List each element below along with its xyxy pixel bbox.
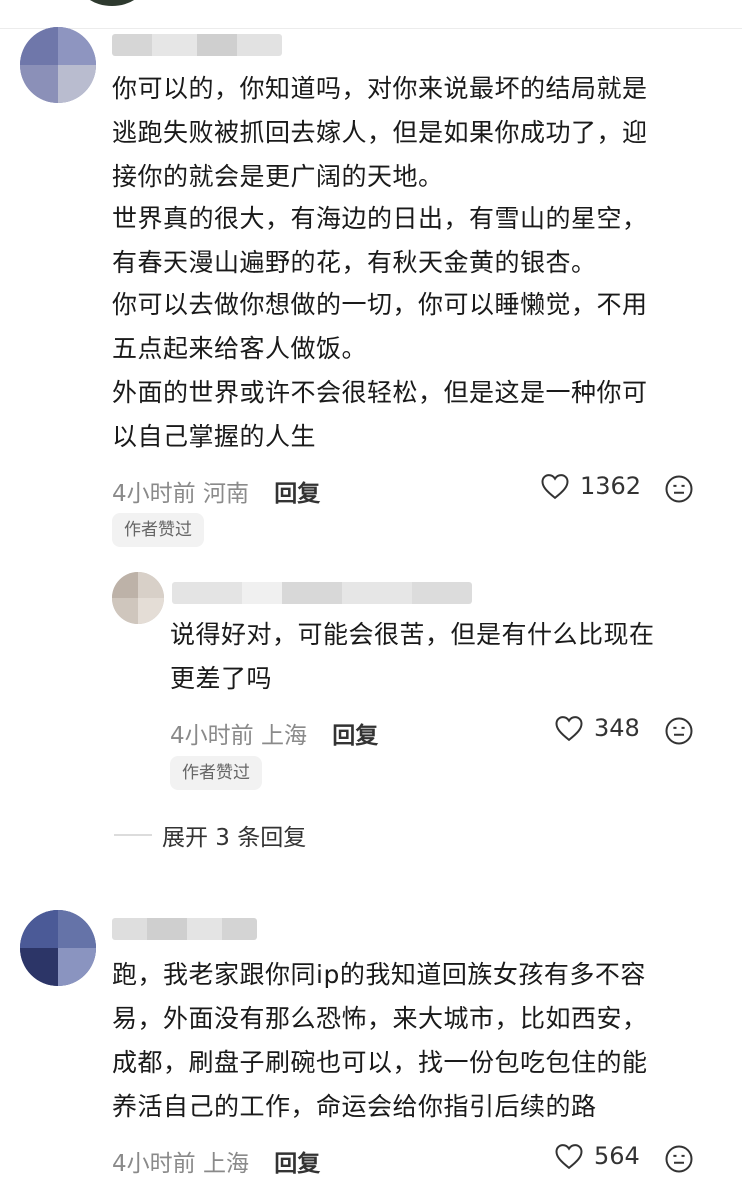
expand-replies-button[interactable]: 展开 3 条回复: [114, 818, 306, 852]
dislike-button[interactable]: [664, 716, 694, 750]
previous-avatar: [78, 0, 146, 6]
reply-button[interactable]: 回复: [332, 723, 378, 749]
comment-text-line: 以自己掌握的人生: [112, 422, 317, 451]
comment-text-line: 养活自己的工作，命运会给你指引后续的路: [112, 1092, 597, 1121]
reply-time: 4小时前: [170, 723, 254, 749]
neutral-face-icon: [665, 1145, 693, 1173]
comment-time: 4小时前: [112, 1151, 196, 1177]
neutral-face-icon: [665, 717, 693, 745]
like-count: 564: [594, 1142, 640, 1170]
comment-time: 4小时前: [112, 481, 196, 507]
heart-outline-icon: [555, 716, 583, 742]
reply-location: 上海: [260, 723, 307, 749]
reply-button[interactable]: 回复: [274, 1151, 320, 1177]
comment-text-line: 外面的世界或许不会很轻松，但是这是一种你可: [112, 378, 648, 407]
comment-text-line: 接你的就会是更广阔的天地。: [112, 162, 444, 191]
comment-location: 河南: [202, 481, 249, 507]
neutral-face-icon: [665, 475, 693, 503]
comment-text-line: 成都，刷盘子刷碗也可以，找一份包吃包住的能: [112, 1048, 648, 1077]
like-button[interactable]: 564: [554, 1142, 640, 1170]
reply-button[interactable]: 回复: [274, 481, 320, 507]
avatar[interactable]: [20, 27, 96, 103]
top-bar: [0, 0, 742, 29]
reply-text-line: 更差了吗: [170, 664, 273, 693]
like-button[interactable]: 1362: [540, 472, 641, 500]
comment-location: 上海: [202, 1151, 249, 1177]
comment-meta: 4小时前 上海 回复: [112, 1144, 320, 1178]
username-blurred[interactable]: [112, 34, 282, 56]
reply-meta: 4小时前 上海 回复: [170, 716, 378, 750]
like-count: 1362: [580, 472, 642, 500]
reply-text-line: 说得好对，可能会很苦，但是有什么比现在: [170, 620, 655, 649]
comment-meta: 4小时前 河南 回复: [112, 474, 320, 508]
username-blurred[interactable]: [112, 918, 257, 940]
comment-text-line: 逃跑失败被抓回去嫁人，但是如果你成功了，迎: [112, 118, 648, 147]
comment-text-line: 你可以去做你想做的一切，你可以睡懒觉，不用: [112, 290, 648, 319]
avatar[interactable]: [20, 910, 96, 986]
expand-replies-label: 展开 3 条回复: [162, 825, 307, 851]
comment-text-line: 易，外面没有那么恐怖，来大城市，比如西安，: [112, 1004, 648, 1033]
like-button[interactable]: 348: [554, 714, 640, 742]
divider-line: [114, 834, 152, 836]
heart-outline-icon: [541, 474, 569, 500]
dislike-button[interactable]: [664, 1144, 694, 1178]
username-blurred[interactable]: [172, 582, 472, 604]
like-count: 348: [594, 714, 640, 742]
comment-text-line: 跑，我老家跟你同ip的我知道回族女孩有多不容: [112, 960, 646, 989]
dislike-button[interactable]: [664, 474, 694, 508]
comment-text-line: 你可以的，你知道吗，对你来说最坏的结局就是: [112, 74, 648, 103]
comment-text-line: 有春天漫山遍野的花，有秋天金黄的银杏。: [112, 248, 597, 277]
heart-outline-icon: [555, 1144, 583, 1170]
comment-text-line: 五点起来给客人做饭。: [112, 334, 368, 363]
avatar[interactable]: [112, 572, 164, 624]
author-liked-badge: 作者赞过: [112, 513, 204, 547]
author-liked-badge: 作者赞过: [170, 756, 262, 790]
comment-text-line: 世界真的很大，有海边的日出，有雪山的星空，: [112, 204, 648, 233]
